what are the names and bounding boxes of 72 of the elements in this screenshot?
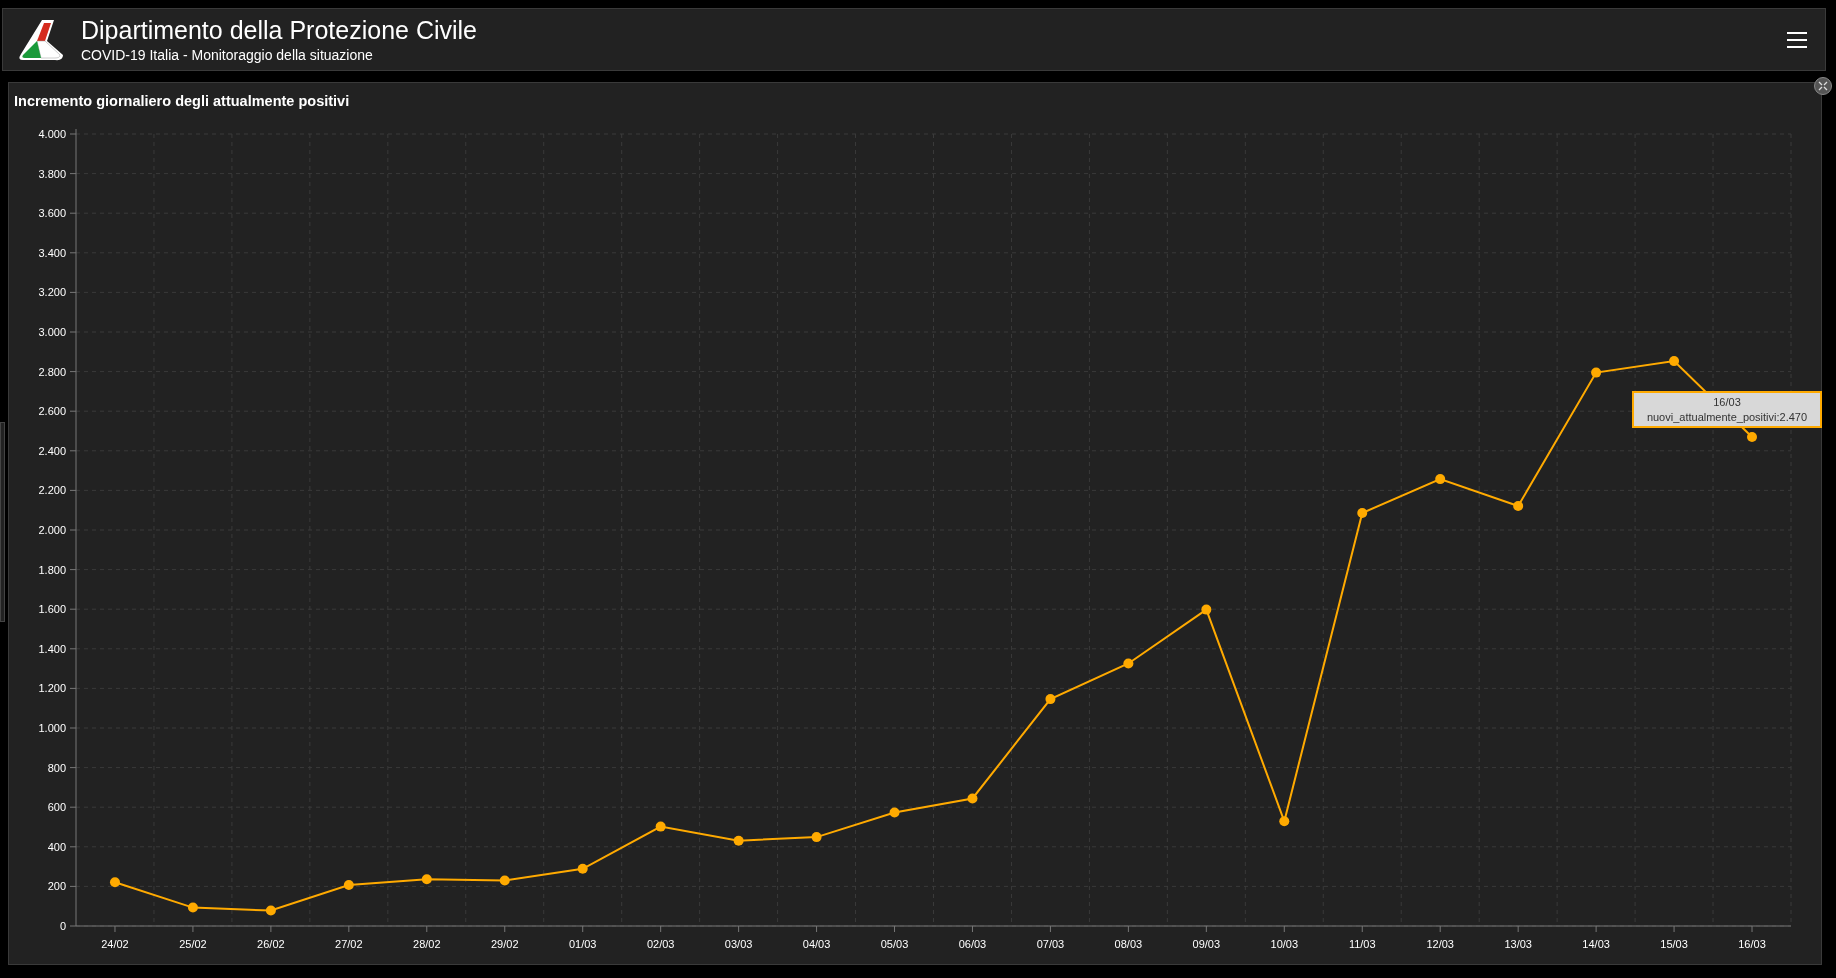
- y-tick-label: 800: [47, 761, 66, 774]
- y-tick-label: 2.800: [38, 365, 66, 378]
- y-tick-label: 2.400: [38, 444, 66, 457]
- data-point[interactable]: [187, 902, 198, 913]
- x-tick-label: 24/02: [101, 938, 129, 950]
- data-point[interactable]: [1747, 431, 1757, 442]
- data-point[interactable]: [967, 793, 978, 804]
- x-tick-label: 27/02: [335, 938, 363, 950]
- x-tick-label: 25/02: [179, 938, 207, 950]
- chart-title: Incremento giornaliero degli attualmente positivi: [14, 93, 350, 109]
- x-tick-label: 07/03: [1036, 938, 1065, 950]
- y-tick-label: 2.200: [38, 484, 66, 497]
- y-tick-label: 1.800: [38, 563, 66, 576]
- y-tick-label: 200: [47, 880, 66, 893]
- x-tick-label: 02/03: [646, 938, 675, 950]
- data-point[interactable]: [733, 835, 744, 846]
- fullscreen-icon[interactable]: [1814, 77, 1832, 95]
- y-tick-label: 600: [47, 801, 66, 814]
- data-point[interactable]: [1591, 367, 1602, 378]
- x-tick-label: 12/03: [1426, 938, 1454, 950]
- x-tick-label: 14/03: [1582, 938, 1610, 950]
- y-tick-label: 1.200: [38, 682, 66, 695]
- y-tick-label: 3.800: [38, 167, 66, 180]
- x-tick-label: 28/02: [413, 938, 441, 950]
- x-tick-label: 06/03: [958, 938, 987, 950]
- data-point[interactable]: [1201, 604, 1212, 615]
- y-tick-label: 3.600: [38, 207, 66, 220]
- data-point[interactable]: [1357, 507, 1368, 518]
- tooltip-date: 16/03: [1713, 394, 1741, 410]
- x-tick-label: 29/02: [491, 938, 519, 950]
- header-subtitle: COVID-19 Italia - Monitoraggio della situazione: [81, 45, 374, 65]
- x-tick-label: 01/03: [568, 938, 597, 950]
- data-point[interactable]: [889, 807, 900, 818]
- data-point[interactable]: [577, 863, 588, 874]
- data-point[interactable]: [1045, 694, 1056, 705]
- y-tick-label: 3.000: [38, 326, 66, 338]
- data-point[interactable]: [1513, 501, 1524, 512]
- x-tick-label: 09/03: [1192, 938, 1221, 950]
- y-tick-label: 4.000: [38, 128, 66, 140]
- x-tick-label: 15/03: [1660, 938, 1688, 950]
- x-tick-label: 13/03: [1504, 938, 1532, 950]
- tooltip-value: nuovi_attualmente_positivi:2.470: [1646, 409, 1808, 425]
- x-tick-label: 26/02: [257, 938, 285, 950]
- y-tick-label: 3.200: [38, 286, 66, 299]
- data-point[interactable]: [1435, 474, 1446, 485]
- data-point[interactable]: [1669, 356, 1680, 367]
- data-point[interactable]: [499, 875, 510, 886]
- data-point[interactable]: [265, 905, 276, 916]
- data-point[interactable]: [655, 821, 666, 832]
- x-tick-label: 04/03: [802, 938, 831, 950]
- menu-icon[interactable]: [1787, 31, 1807, 48]
- data-point[interactable]: [811, 832, 822, 843]
- y-tick-label: 0: [59, 920, 66, 932]
- x-tick-label: 03/03: [724, 938, 753, 950]
- x-tick-label: 10/03: [1270, 938, 1299, 950]
- y-tick-label: 3.400: [38, 246, 66, 259]
- data-point[interactable]: [343, 880, 354, 890]
- data-point[interactable]: [1123, 658, 1134, 669]
- x-tick-label: 16/03: [1738, 938, 1766, 950]
- x-tick-label: 11/03: [1348, 938, 1376, 950]
- y-tick-label: 1.000: [38, 722, 66, 734]
- header-title: Dipartimento della Protezione Civile: [81, 14, 478, 45]
- y-tick-label: 1.400: [38, 642, 66, 655]
- y-tick-label: 2.000: [38, 524, 66, 536]
- data-point[interactable]: [1279, 816, 1290, 827]
- data-point[interactable]: [110, 877, 120, 888]
- y-tick-label: 400: [47, 840, 66, 853]
- x-tick-label: 08/03: [1114, 938, 1143, 950]
- y-tick-label: 1.600: [38, 603, 66, 616]
- x-tick-label: 05/03: [880, 938, 909, 950]
- y-tick-label: 2.600: [38, 405, 66, 418]
- data-point[interactable]: [421, 874, 432, 885]
